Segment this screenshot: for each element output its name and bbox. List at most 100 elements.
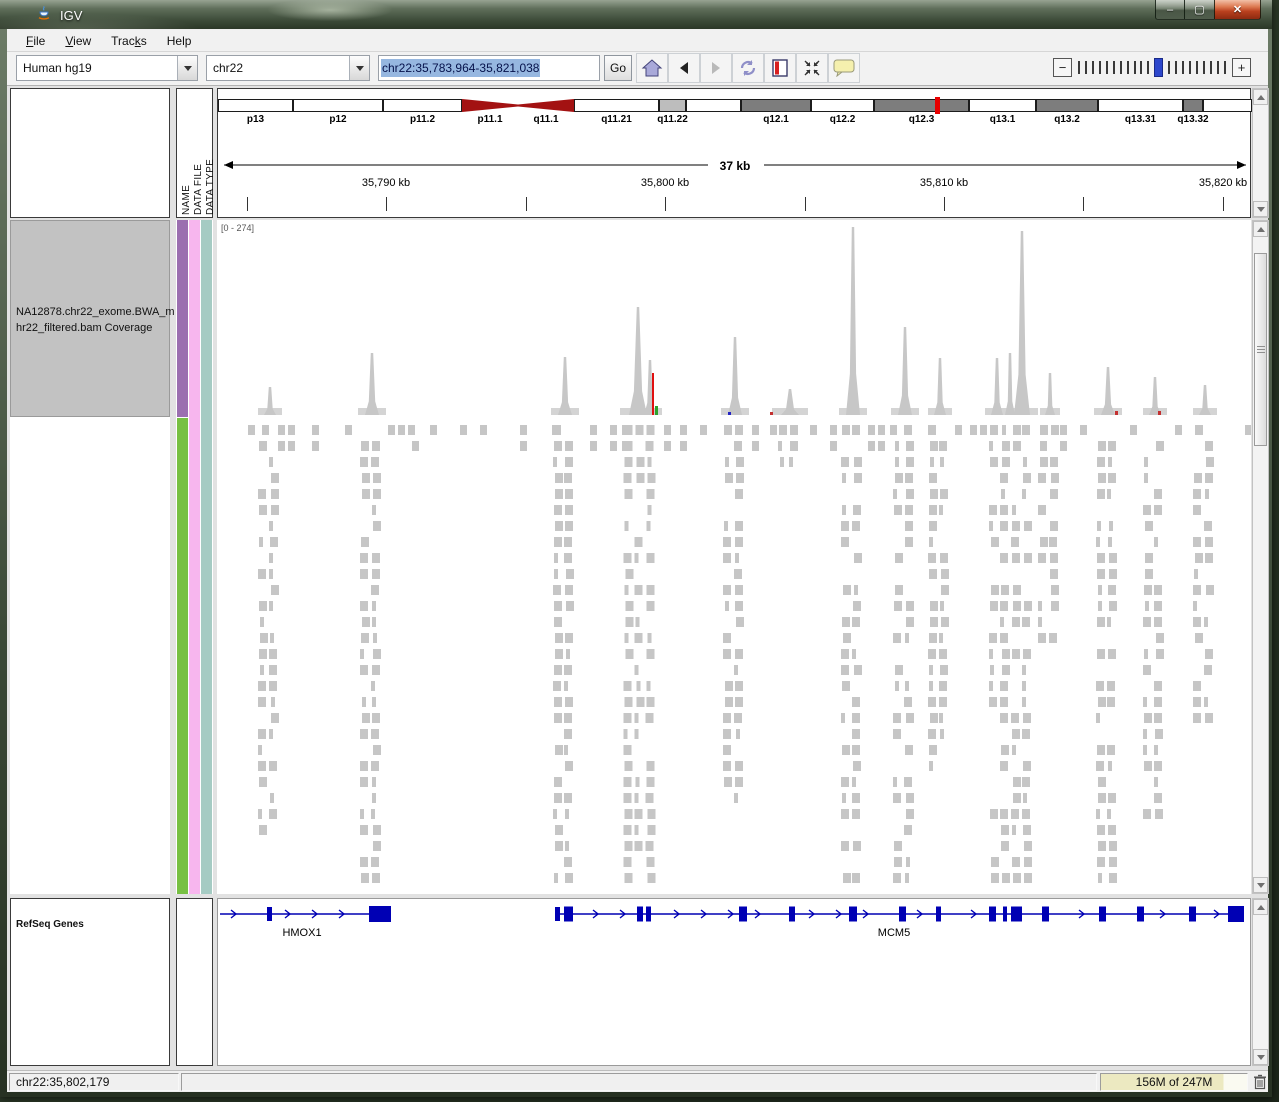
- header-section: NAMEDATA FILEDATA TYPE p13p12p11.2p11.1q…: [7, 88, 1268, 218]
- zoom-tick: [1217, 61, 1219, 74]
- zoom-tick: [1140, 61, 1142, 74]
- window-title: IGV: [60, 8, 82, 23]
- coverage-alignment-panel[interactable]: [0 - 274]: [217, 220, 1251, 894]
- ruler-tick: [944, 197, 945, 211]
- status-position: chr22:35,802,179: [9, 1073, 179, 1091]
- svg-text:HMOX1: HMOX1: [282, 927, 321, 939]
- zoom-slider[interactable]: [1078, 56, 1226, 78]
- ruler-graphics: 37 kb: [218, 89, 1252, 219]
- trash-icon: [1253, 1074, 1267, 1090]
- gc-button[interactable]: [1253, 1074, 1267, 1095]
- scroll-up-icon[interactable]: [1253, 899, 1268, 915]
- scroll-up-icon[interactable]: [1253, 89, 1268, 105]
- scrollbar-thumb[interactable]: [1254, 253, 1267, 446]
- zoom-tick: [1196, 61, 1198, 74]
- coverage-alignment-plot: [217, 220, 1251, 894]
- attribute-header-name[interactable]: NAME: [181, 93, 193, 215]
- forward-icon: [709, 61, 723, 75]
- gene-panel[interactable]: HMOX1MCM5: [217, 898, 1251, 1066]
- menu-item-tracks[interactable]: Tracks: [101, 31, 157, 51]
- home-button[interactable]: [636, 53, 668, 83]
- zoom-out-button[interactable]: −: [1053, 58, 1072, 77]
- attribute-header-data-file[interactable]: DATA FILE: [193, 93, 205, 215]
- tooltip-bubble-button[interactable]: [828, 53, 860, 83]
- locus-ruler-panel[interactable]: p13p12p11.2p11.1q11.1q11.21q11.22q12.1q1…: [217, 88, 1251, 218]
- menu-item-file[interactable]: File: [16, 31, 55, 51]
- ruler-tick: [805, 197, 806, 211]
- data-scrollbar[interactable]: [1252, 220, 1269, 894]
- ruler-tick-label: 35,790 kb: [362, 177, 410, 189]
- refresh-button[interactable]: [732, 53, 764, 83]
- fit-window-icon: [803, 59, 821, 77]
- attribute-header-data-type[interactable]: DATA TYPE: [205, 93, 217, 215]
- data-section: NA12878.chr22_exome.BWA_m hr22_filtered.…: [7, 220, 1268, 894]
- attribute-bars-panel: [176, 220, 213, 894]
- menu-item-view[interactable]: View: [55, 31, 101, 51]
- zoom-tick: [1224, 61, 1226, 74]
- genome-dropdown-arrow[interactable]: [177, 56, 197, 80]
- refseq-genes-plot: HMOX1MCM5: [218, 899, 1250, 949]
- header-scrollbar[interactable]: [1252, 88, 1269, 218]
- zoom-tick: [1175, 61, 1177, 74]
- attribute-header-panel: NAMEDATA FILEDATA TYPE: [176, 88, 213, 218]
- zoom-in-button[interactable]: +: [1232, 58, 1251, 77]
- gene-scrollbar[interactable]: [1252, 898, 1269, 1066]
- status-message: [181, 1073, 1097, 1091]
- igv-window: IGV – ▢ ✕ FileViewTracksHelp Human hg19 …: [0, 0, 1272, 1097]
- track-name-panel: NA12878.chr22_exome.BWA_m hr22_filtered.…: [10, 220, 170, 894]
- back-icon: [677, 61, 691, 75]
- gene-track-name: RefSeq Genes: [16, 919, 84, 930]
- zoom-tick: [1106, 61, 1108, 74]
- coverage-track-name-box[interactable]: NA12878.chr22_exome.BWA_m hr22_filtered.…: [10, 220, 170, 417]
- zoom-tick: [1147, 61, 1149, 74]
- back-button[interactable]: [668, 53, 700, 83]
- toolbar: Human hg19 chr22 chr22:35,783,964-35,821…: [7, 52, 1268, 86]
- go-button[interactable]: Go: [604, 55, 632, 81]
- chromosome-select[interactable]: chr22: [206, 55, 370, 81]
- scroll-down-icon[interactable]: [1253, 201, 1268, 217]
- desktop: IGV – ▢ ✕ FileViewTracksHelp Human hg19 …: [0, 0, 1279, 1102]
- svg-text:37 kb: 37 kb: [720, 159, 751, 173]
- gene-track-name-panel[interactable]: RefSeq Genes: [10, 898, 170, 1066]
- minimize-button[interactable]: –: [1155, 0, 1185, 20]
- close-button[interactable]: ✕: [1214, 0, 1261, 20]
- zoom-slider-thumb[interactable]: [1154, 58, 1163, 77]
- track-panels: NAMEDATA FILEDATA TYPE p13p12p11.2p11.1q…: [7, 86, 1268, 1070]
- zoom-tick: [1210, 61, 1212, 74]
- zoom-tick: [1127, 61, 1129, 74]
- region-tool-button[interactable]: [764, 53, 796, 83]
- zoom-tick: [1182, 61, 1184, 74]
- zoom-tick: [1078, 61, 1080, 74]
- zoom-tick: [1085, 61, 1087, 74]
- menu-item-help[interactable]: Help: [157, 31, 202, 51]
- locus-input[interactable]: chr22:35,783,964-35,821,038: [378, 55, 600, 81]
- gene-section: RefSeq Genes HMOX1MCM5: [7, 898, 1268, 1066]
- ruler-tick: [386, 197, 387, 211]
- scroll-down-icon[interactable]: [1253, 1049, 1268, 1065]
- java-icon: [36, 5, 52, 26]
- ruler-tick: [526, 197, 527, 211]
- zoom-tick: [1099, 61, 1101, 74]
- maximize-button[interactable]: ▢: [1185, 0, 1214, 20]
- attribute-bar-data-type: [201, 220, 212, 894]
- zoom-tick: [1203, 61, 1205, 74]
- menu-bar: FileViewTracksHelp: [7, 30, 1268, 52]
- ruler-tick: [1223, 197, 1224, 211]
- region-tool-icon: [772, 59, 788, 77]
- ruler-tick-label: 35,810 kb: [920, 177, 968, 189]
- genome-select[interactable]: Human hg19: [16, 55, 198, 81]
- title-bar[interactable]: IGV – ▢ ✕: [0, 0, 1272, 29]
- chevron-down-icon: [184, 66, 192, 71]
- forward-button[interactable]: [700, 53, 732, 83]
- attribute-bar-name-alignment: [177, 418, 188, 894]
- refresh-icon: [738, 58, 758, 78]
- ruler-tick: [665, 197, 666, 211]
- attribute-bar-data-file: [189, 220, 200, 894]
- tooltip-bubble-icon: [833, 59, 855, 77]
- scroll-down-icon[interactable]: [1253, 877, 1268, 893]
- gene-attribute-panel: [176, 898, 213, 1066]
- scroll-up-icon[interactable]: [1253, 221, 1268, 237]
- fit-window-button[interactable]: [796, 53, 828, 83]
- zoom-tick: [1168, 61, 1170, 74]
- chromosome-dropdown-arrow[interactable]: [349, 56, 369, 80]
